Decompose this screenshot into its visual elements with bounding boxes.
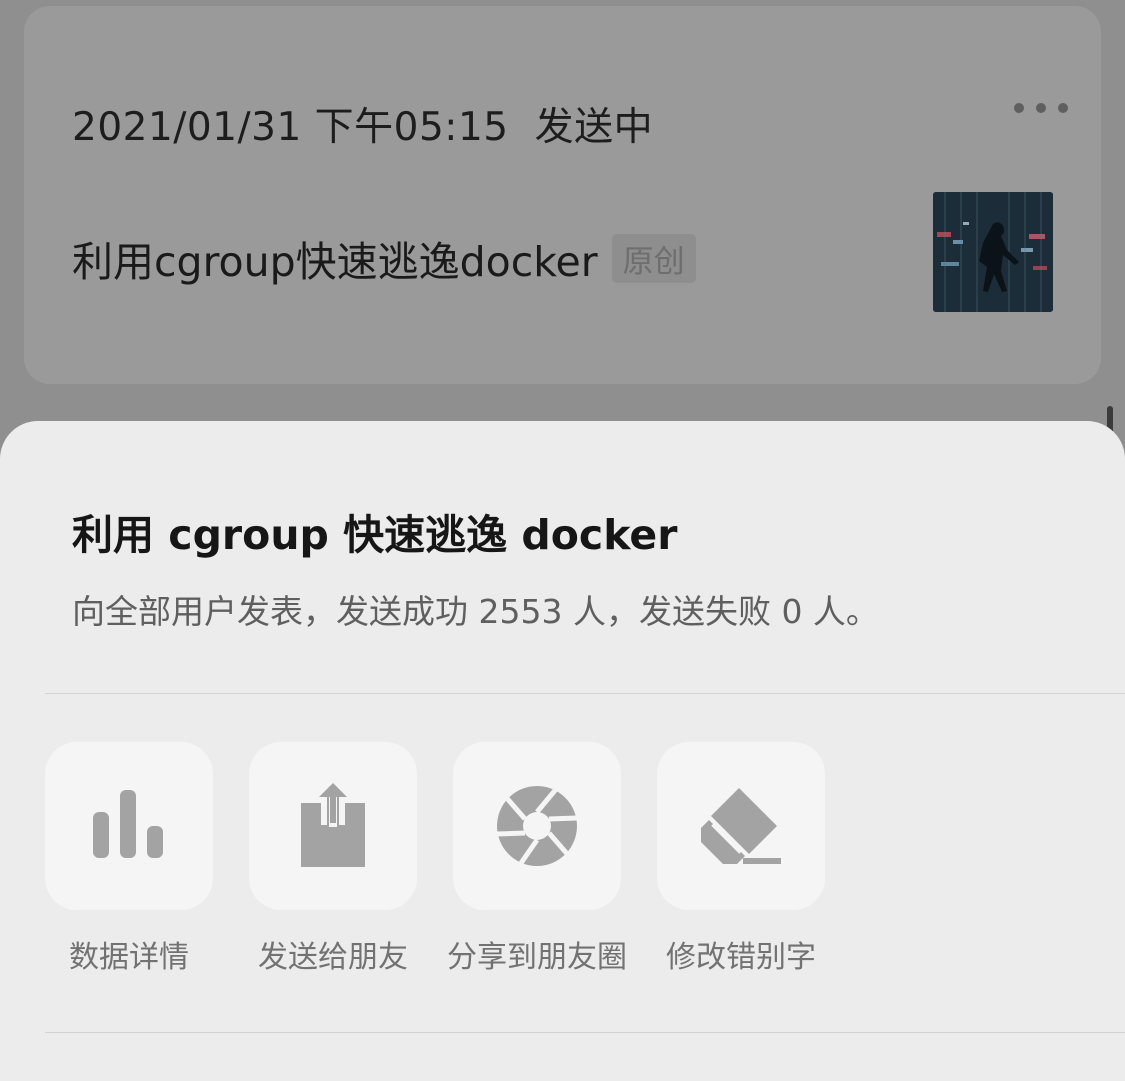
- action-label: 分享到朋友圈: [447, 940, 627, 975]
- divider: [45, 693, 1125, 694]
- action-share-to-moments[interactable]: 分享到朋友圈: [447, 742, 627, 975]
- action-label: 发送给朋友: [258, 940, 408, 975]
- eraser-icon: [701, 788, 781, 864]
- send-to-friend-button[interactable]: [249, 742, 417, 910]
- bar-chart-icon: [93, 790, 163, 858]
- sheet-title: 利用 cgroup 快速逃逸 docker: [72, 511, 678, 559]
- publish-status: 发送中: [534, 105, 654, 150]
- publish-datetime: 2021/01/31 下午05:15: [72, 105, 509, 150]
- share-to-moments-button[interactable]: [453, 742, 621, 910]
- action-send-to-friend[interactable]: 发送给朋友: [249, 742, 417, 975]
- action-label: 修改错别字: [666, 940, 816, 975]
- action-fix-typos[interactable]: 修改错别字: [657, 742, 825, 975]
- action-label: 数据详情: [69, 940, 189, 975]
- moments-aperture-icon: [496, 786, 578, 868]
- publish-status-line: 2021/01/31 下午05:15 发送中: [72, 96, 679, 152]
- action-sheet: 利用 cgroup 快速逃逸 docker 向全部用户发表，发送成功 2553 …: [0, 421, 1125, 1081]
- article-thumbnail: [933, 192, 1053, 312]
- article-title: 利用cgroup快速逃逸docker: [72, 238, 598, 286]
- thumbnail-image-icon: [933, 192, 1053, 312]
- divider: [45, 1032, 1125, 1033]
- original-badge: 原创: [611, 233, 696, 283]
- send-summary: 向全部用户发表，发送成功 2553 人，发送失败 0 人。: [72, 592, 879, 631]
- more-options-icon[interactable]: [1014, 102, 1068, 114]
- fix-typos-button[interactable]: [657, 742, 825, 910]
- article-title-row[interactable]: 利用cgroup快速逃逸docker 原创: [72, 228, 696, 288]
- action-data-details[interactable]: 数据详情: [45, 742, 213, 975]
- share-upload-icon: [301, 783, 365, 867]
- data-details-button[interactable]: [45, 742, 213, 910]
- article-card[interactable]: 2021/01/31 下午05:15 发送中 利用cgroup快速逃逸docker…: [24, 6, 1101, 384]
